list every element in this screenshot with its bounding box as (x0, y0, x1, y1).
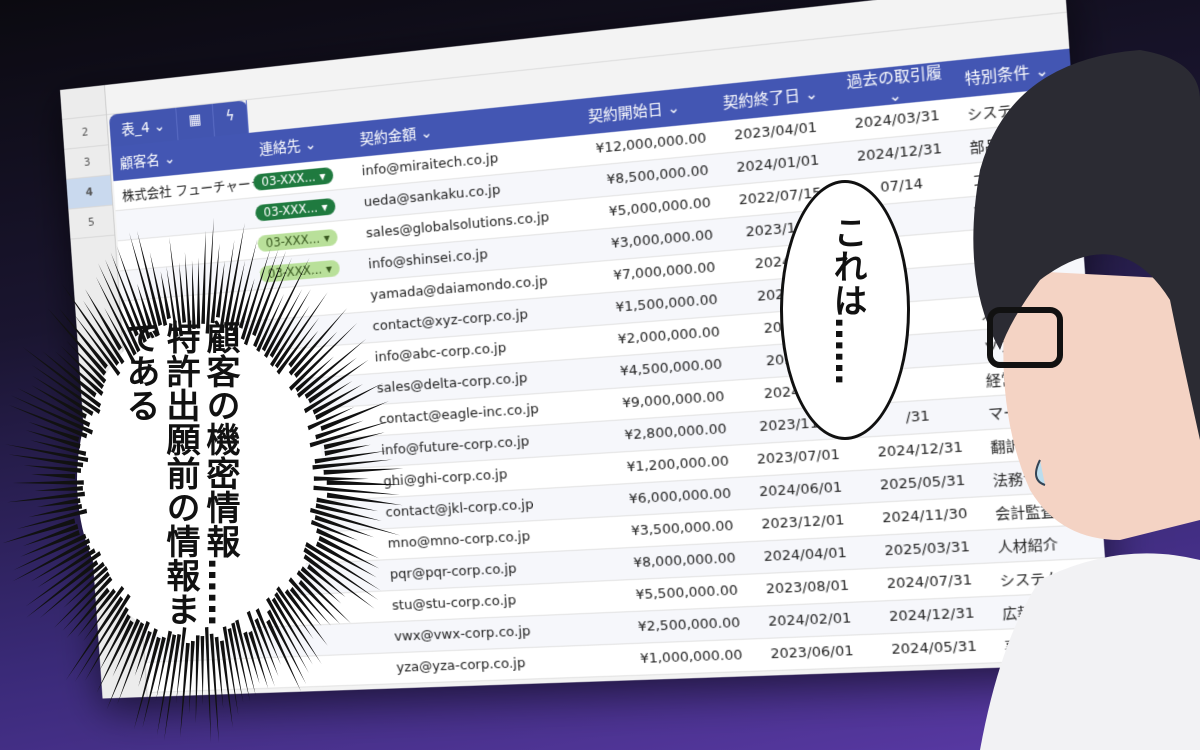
cell-amount[interactable]: ¥5,000,000.00 (586, 194, 722, 222)
column-header[interactable]: 契約開始日 ⌄ (579, 93, 715, 128)
cell-start[interactable]: 2024/01/01 (719, 151, 837, 178)
speech-text: これは…… (823, 215, 872, 415)
cell-start[interactable]: 2023/07/01 (739, 446, 858, 469)
cell-amount[interactable]: ¥8,000,000.00 (611, 550, 748, 573)
cell-amount[interactable]: ¥8,500,000.00 (584, 162, 720, 191)
cell-email[interactable]: mno@mno-corp.co.jp (379, 525, 609, 553)
cell-email[interactable]: yza@yza-corp.co.jp (388, 652, 618, 676)
cell-amount[interactable]: ¥2,000,000.00 (595, 323, 731, 349)
cell-start[interactable]: 2023/06/01 (753, 643, 872, 664)
cell-email[interactable]: contact@jkl-corp.co.jp (377, 493, 607, 521)
cell-email[interactable]: vwx@vwx-corp.co.jp (386, 620, 616, 645)
cell-start[interactable]: 2023/04/01 (717, 118, 835, 146)
cell-start[interactable]: 2023/12/01 (744, 511, 863, 533)
cell-amount[interactable]: ¥1,000,000.00 (617, 647, 754, 668)
calculator-icon[interactable]: ▦ (176, 104, 215, 140)
contact-chip-dropdown[interactable]: 03-XXX... ▾ (253, 166, 334, 190)
lightning-icon[interactable]: ϟ (213, 100, 248, 136)
cell-contact[interactable]: 03-XXX... ▾ (253, 164, 354, 190)
column-header[interactable]: 連絡先 ⌄ (251, 130, 353, 161)
cell-email[interactable]: stu@stu-corp.co.jp (384, 588, 614, 614)
row-number-1 (60, 85, 106, 120)
cell-start[interactable]: 2023/08/01 (748, 577, 867, 598)
cell-amount[interactable]: ¥3,000,000.00 (588, 226, 724, 254)
cell-amount[interactable]: ¥4,500,000.00 (597, 356, 733, 382)
cell-amount[interactable]: ¥6,000,000.00 (606, 485, 742, 509)
cell-amount[interactable]: ¥9,000,000.00 (600, 388, 736, 413)
cell-start[interactable]: 2024/02/01 (751, 610, 870, 631)
cell-amount[interactable]: ¥2,800,000.00 (602, 421, 738, 446)
row-number-selected[interactable]: 4 (66, 175, 112, 209)
cell-start[interactable]: 2024/06/01 (742, 479, 861, 502)
cell-amount[interactable]: ¥5,500,000.00 (613, 582, 750, 604)
cell-email[interactable]: pqr@pqr-corp.co.jp (381, 557, 611, 584)
cell-amount[interactable]: ¥7,000,000.00 (591, 259, 727, 286)
row-number[interactable]: 3 (64, 145, 110, 179)
cell-amount[interactable]: ¥12,000,000.00 (582, 129, 718, 158)
cell-amount[interactable]: ¥1,500,000.00 (593, 291, 729, 318)
character-illustration (920, 20, 1200, 750)
burst-caption: 顧客の機密情報……特許出願前の情報まである (120, 320, 240, 650)
cell-amount[interactable]: ¥2,500,000.00 (615, 615, 752, 637)
row-number[interactable]: 2 (62, 115, 108, 150)
column-header[interactable]: 契約終了日 ⌄ (714, 81, 833, 115)
cell-start[interactable]: 2024/04/01 (746, 544, 865, 566)
cell-amount[interactable]: ¥3,500,000.00 (608, 518, 744, 541)
cell-amount[interactable]: ¥1,200,000.00 (604, 453, 740, 477)
